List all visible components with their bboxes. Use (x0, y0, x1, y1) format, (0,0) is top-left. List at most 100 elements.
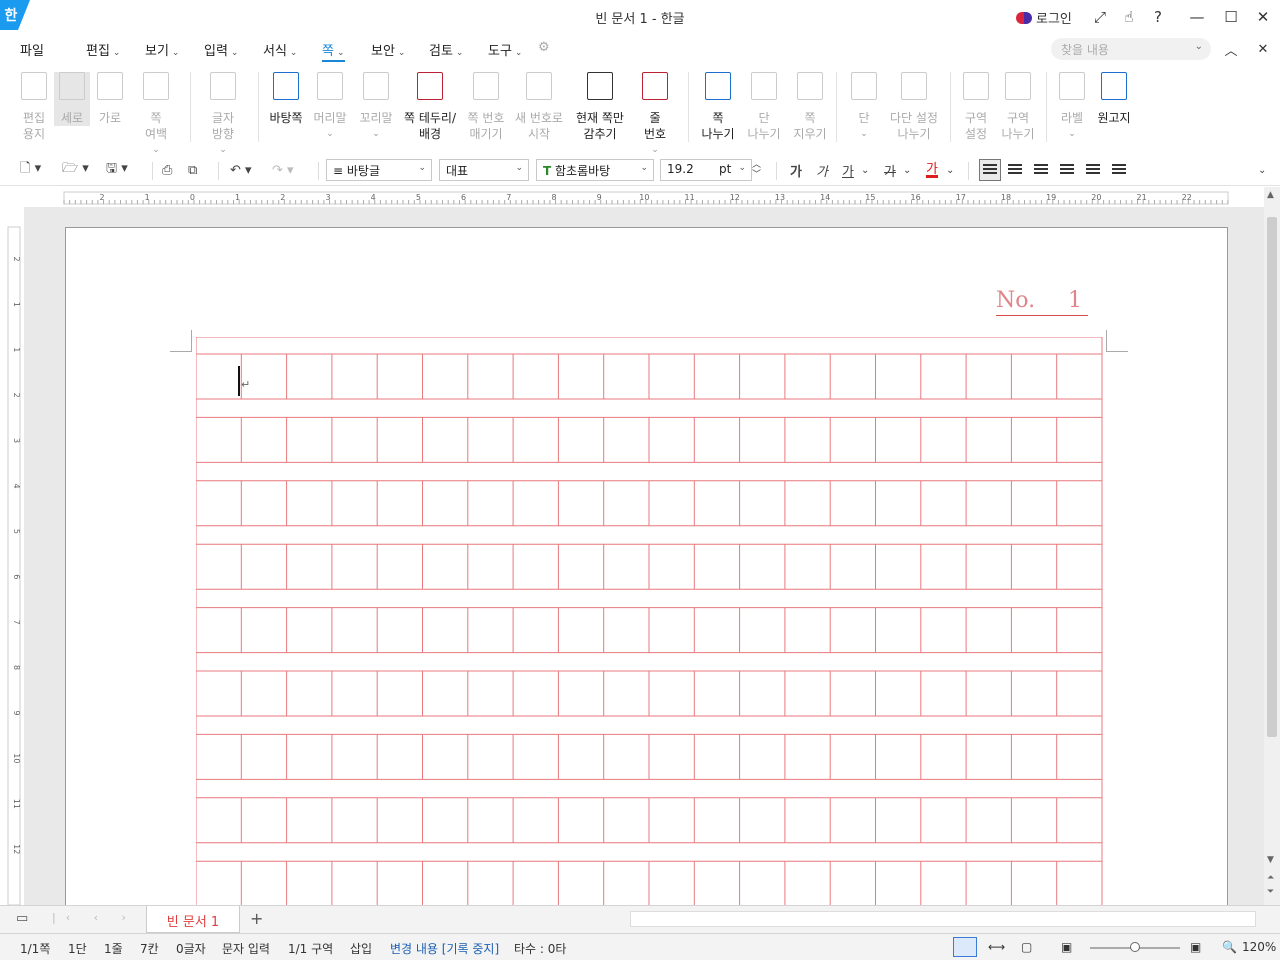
menu-2[interactable]: 보기 ⌄ (145, 40, 179, 62)
status-item-0[interactable]: 1/1쪽 (20, 940, 50, 957)
font-color-button[interactable]: 가 (926, 160, 938, 178)
ribbon-button-18[interactable]: 구역 설정 (956, 72, 996, 142)
add-tab-button[interactable]: + (250, 909, 263, 928)
ribbon-button-20[interactable]: 라벨 ⌄ (1052, 72, 1092, 142)
ribbon-button-17[interactable]: 다단 설정 나누기 (888, 72, 940, 142)
ribbon-button-2[interactable]: 가로 (92, 72, 128, 126)
ribbon-button-19[interactable]: 구역 나누기 (998, 72, 1038, 142)
view-page-button[interactable] (953, 937, 977, 957)
underline-button[interactable]: 가 (842, 160, 854, 180)
page-up-icon[interactable]: ⏶ (1267, 873, 1274, 883)
ribbon-button-10[interactable]: 새 번호로 시작 (514, 72, 564, 142)
redo-icon[interactable]: ↷ ▾ (272, 160, 294, 180)
page[interactable]: No. 1 ↵ (65, 227, 1228, 905)
login-button[interactable]: 로그인 (1016, 8, 1072, 27)
align-left-button[interactable] (1004, 159, 1026, 181)
collapse-ribbon-icon[interactable]: ︿ (1220, 38, 1242, 60)
search-input[interactable]: 찾을 내용 ⌄ (1051, 38, 1211, 60)
font-color-options-icon[interactable]: ⌄ (946, 160, 954, 180)
status-item-6[interactable]: 1/1 구역 (288, 940, 333, 957)
ribbon-button-9[interactable]: 쪽 번호 매기기 (462, 72, 510, 142)
strike-options-icon[interactable]: ⌄ (903, 160, 911, 180)
status-item-8[interactable]: 변경 내용 [기록 중지] (390, 940, 499, 957)
zoom-icon[interactable]: 🔍 (1222, 940, 1237, 954)
toolbar-more-icon[interactable]: ⌄ (1258, 160, 1266, 180)
status-item-1[interactable]: 1단 (68, 940, 87, 957)
horizontal-ruler[interactable]: 2 1 0 1 2 3 4 5 6 7 8 9 10 11 12 13 14 15 16 17 18 19 20 21 22 (0, 187, 1264, 207)
menu-4[interactable]: 서식 ⌄ (263, 40, 297, 62)
ribbon-button-6[interactable]: 머리말 ⌄ (308, 72, 352, 142)
ribbon-button-11[interactable]: 현재 쪽만 감추기 (570, 72, 630, 142)
font-size-stepper[interactable]: ︿ ﹀ (752, 160, 761, 180)
menu-6[interactable]: 보안 ⌄ (371, 40, 405, 62)
status-item-5[interactable]: 문자 입력 (222, 940, 270, 957)
ribbon-button-21[interactable]: 원고지 (1092, 72, 1136, 126)
undo-icon[interactable]: ↶ ▾ (230, 160, 252, 180)
ribbon-button-0[interactable]: 편집 용지 (14, 72, 54, 142)
maximize-icon[interactable]: ☐ (1220, 6, 1242, 28)
ribbon-button-4[interactable]: 글자 방향 ⌄ (200, 72, 246, 158)
view-width-icon[interactable]: ⟷ (988, 940, 1005, 954)
app-logo-icon[interactable]: 한 (0, 0, 30, 30)
manuscript-grid[interactable] (196, 337, 1104, 905)
ribbon-button-7[interactable]: 꼬리말 ⌄ (354, 72, 398, 142)
scroll-up-icon[interactable]: ▲ (1267, 190, 1274, 200)
ribbon-button-13[interactable]: 쪽 나누기 (698, 72, 738, 142)
italic-button[interactable]: 가 (816, 160, 828, 180)
language-select[interactable]: 대표 ⌄ (439, 159, 529, 181)
new-doc-icon[interactable]: 🗋 ▾ (20, 160, 41, 180)
align-justify-button[interactable] (979, 159, 1001, 181)
status-item-2[interactable]: 1줄 (104, 940, 123, 957)
bold-button[interactable]: 가 (790, 160, 802, 180)
vertical-ruler[interactable]: 2 1 1 2 3 4 5 6 7 8 9 10 11 12 (0, 207, 24, 906)
status-item-4[interactable]: 0글자 (176, 940, 206, 957)
menu-0[interactable]: 파일 (20, 40, 44, 62)
menu-3[interactable]: 입력 ⌄ (204, 40, 238, 62)
close-icon[interactable]: ✕ (1252, 6, 1274, 28)
status-item-7[interactable]: 삽입 (350, 940, 372, 957)
style-select[interactable]: ≡ 바탕글 ⌄ (326, 159, 432, 181)
menu-7[interactable]: 검토 ⌄ (429, 40, 463, 62)
save-icon[interactable]: 🖫 ▾ (106, 160, 128, 180)
layout-icon[interactable]: ▭ (16, 911, 28, 926)
font-select[interactable]: T 함초롬바탕 ⌄ (536, 159, 654, 181)
align-center-button[interactable] (1030, 159, 1052, 181)
ribbon-button-3[interactable]: 쪽 여백 ⌄ (132, 72, 180, 158)
strikethrough-button[interactable]: 가 (884, 160, 896, 180)
scroll-down-icon[interactable]: ▼ (1267, 855, 1274, 865)
view-fit-icon[interactable]: ▣ (1061, 940, 1072, 954)
minimize-icon[interactable]: — (1186, 6, 1208, 28)
zoom-slider-thumb[interactable] (1130, 942, 1140, 952)
menu-1[interactable]: 편집 ⌄ (86, 40, 120, 62)
expand-icon[interactable]: ⤢ (1089, 6, 1111, 28)
view-full-icon[interactable]: ▢ (1021, 940, 1032, 954)
print-icon[interactable]: ⎙ (162, 160, 172, 180)
vertical-scrollbar[interactable]: ▲ ▼ ⏶ ⏷ (1264, 187, 1280, 905)
zoom-slider[interactable] (1090, 942, 1180, 952)
hand-icon[interactable]: ☝ (1118, 6, 1140, 28)
status-item-9[interactable]: 타수 : 0타 (514, 940, 566, 957)
scrollbar-thumb[interactable] (1267, 217, 1277, 737)
tab-document[interactable]: 빈 문서 1 (146, 906, 240, 933)
preview-icon[interactable]: ⧉ (188, 160, 197, 180)
ribbon-button-15[interactable]: 쪽 지우기 (790, 72, 830, 142)
open-icon[interactable]: 🗁 ▾ (62, 160, 89, 180)
underline-options-icon[interactable]: ⌄ (861, 160, 869, 180)
ribbon-button-8[interactable]: 쪽 테두리/배경 (400, 72, 460, 142)
chevron-down-icon[interactable]: ⌄ (1195, 41, 1203, 52)
page-down-icon[interactable]: ⏷ (1267, 887, 1274, 897)
close-doc-icon[interactable]: ✕ (1252, 38, 1274, 60)
menu-extra-icon[interactable]: ⚙ (538, 40, 550, 62)
ribbon-button-5[interactable]: 바탕쪽 (264, 72, 308, 126)
help-icon[interactable]: ? (1147, 6, 1169, 28)
align-distribute-button[interactable] (1082, 159, 1104, 181)
ribbon-button-14[interactable]: 단 나누기 (744, 72, 784, 142)
document-workspace[interactable]: No. 1 ↵ (24, 207, 1264, 905)
fit-page-icon[interactable]: ▣ (1190, 940, 1201, 954)
menu-8[interactable]: 도구 ⌄ (488, 40, 522, 62)
menu-5[interactable]: 쪽 ⌄ (322, 40, 345, 62)
align-divide-button[interactable] (1108, 159, 1130, 181)
horizontal-scrollbar[interactable] (630, 911, 1256, 927)
align-right-button[interactable] (1056, 159, 1078, 181)
ribbon-button-1[interactable]: 세로 (54, 72, 90, 126)
